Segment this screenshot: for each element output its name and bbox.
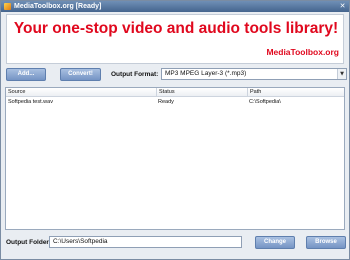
banner-headline: Your one-stop video and audio tools libr… <box>13 20 339 37</box>
row-path-cell: C:\Softpedia\ <box>249 99 281 105</box>
app-window: MediaToolbox.org [Ready] ✕ Your one-stop… <box>0 0 350 260</box>
output-format-label: Output Format: <box>111 71 159 78</box>
file-list[interactable]: Source Status Path Softpedia test.wav Re… <box>5 87 345 230</box>
column-header-path[interactable]: Path <box>247 88 344 97</box>
column-header-source[interactable]: Source <box>6 88 156 97</box>
file-list-header: Source Status Path <box>6 88 344 97</box>
chevron-down-icon[interactable]: ▼ <box>337 69 346 79</box>
table-row[interactable]: Softpedia test.wav Ready C:\Softpedia\ <box>6 98 344 107</box>
output-format-select[interactable]: MP3 MPEG Layer-3 (*.mp3) ▼ <box>161 68 347 80</box>
output-format-value: MP3 MPEG Layer-3 (*.mp3) <box>165 70 247 77</box>
add-button[interactable]: Add... <box>6 68 46 81</box>
title-bar[interactable]: MediaToolbox.org [Ready] ✕ <box>1 1 349 12</box>
output-folder-field[interactable]: C:\Users\Softpedia <box>49 236 242 248</box>
app-logo-icon <box>4 3 11 10</box>
row-status-cell: Ready <box>158 99 174 105</box>
output-folder-label: Output Folder: <box>6 239 52 246</box>
window-title: MediaToolbox.org [Ready] <box>14 3 102 10</box>
row-source-cell: Softpedia test.wav <box>8 99 53 105</box>
convert-button[interactable]: Convert! <box>60 68 101 81</box>
browse-button[interactable]: Browse <box>306 236 346 249</box>
promo-banner[interactable]: Your one-stop video and audio tools libr… <box>6 14 344 64</box>
banner-site-link[interactable]: MediaToolbox.org <box>266 47 339 58</box>
change-button[interactable]: Change <box>255 236 295 249</box>
column-header-status[interactable]: Status <box>156 88 247 97</box>
close-icon[interactable]: ✕ <box>339 3 346 10</box>
